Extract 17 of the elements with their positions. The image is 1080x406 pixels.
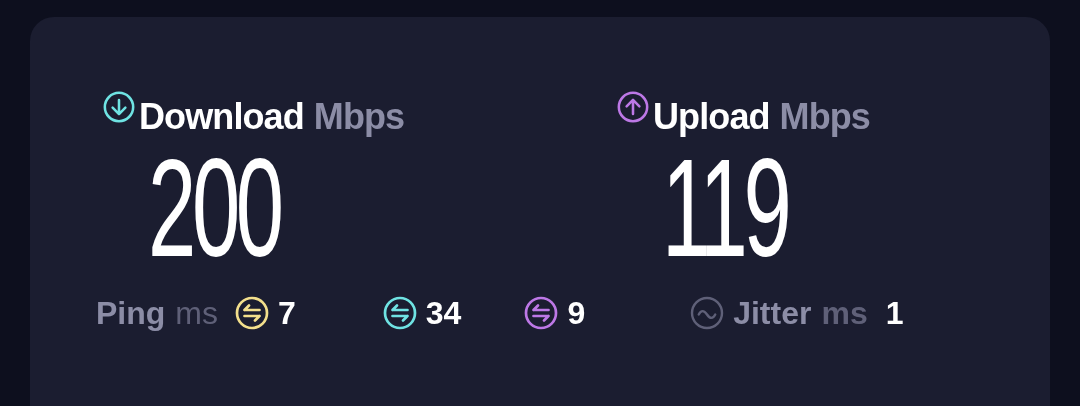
metric-title: Download bbox=[139, 95, 304, 139]
speed-value: 200 bbox=[148, 143, 280, 273]
wave-icon bbox=[689, 295, 726, 331]
ping-value: 9 bbox=[567, 294, 586, 333]
speed-value: 119 bbox=[662, 143, 788, 273]
metric-title: Upload bbox=[653, 95, 770, 139]
jitter-label: Jitter bbox=[733, 294, 812, 333]
ping-label: Ping bbox=[96, 294, 166, 333]
download-icon bbox=[102, 90, 136, 124]
ping-value: 34 bbox=[425, 294, 462, 333]
upload-icon bbox=[616, 90, 650, 124]
unit-label: Mbps bbox=[313, 95, 405, 139]
unit-label: ms bbox=[821, 294, 868, 333]
jitter-value: 1 bbox=[885, 294, 904, 333]
ping-value: 7 bbox=[278, 294, 296, 333]
unit-label: ms bbox=[175, 294, 218, 333]
unit-label: Mbps bbox=[779, 95, 870, 139]
